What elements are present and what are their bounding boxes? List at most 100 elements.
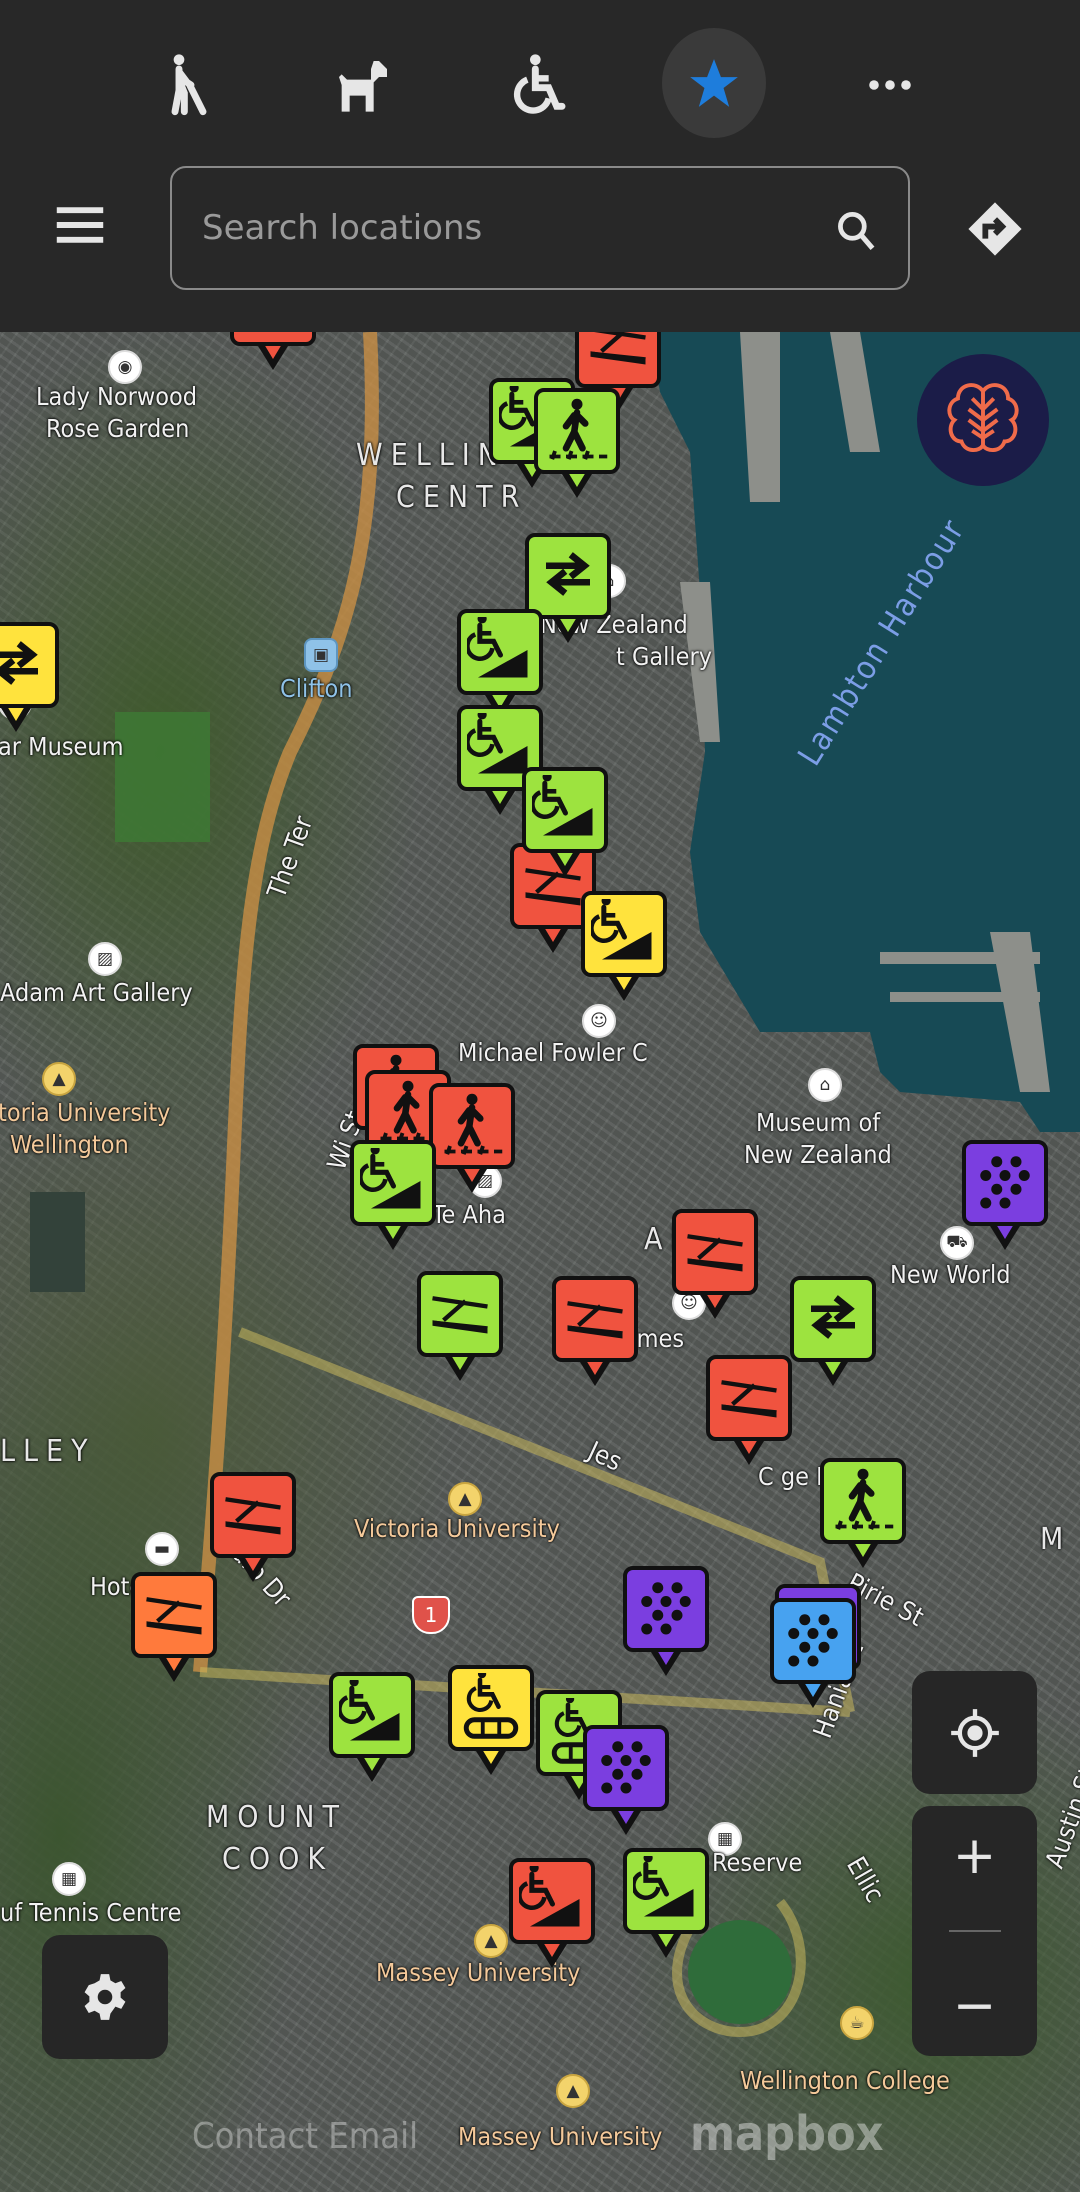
- directions-icon: [968, 202, 1022, 256]
- hotel-poi-icon[interactable]: ▬: [145, 1532, 179, 1566]
- search-icon[interactable]: [834, 208, 878, 252]
- map-label: Reserve: [712, 1848, 803, 1877]
- search-box[interactable]: [170, 166, 910, 290]
- marker-box: [623, 1848, 709, 1934]
- marker-box: [575, 332, 661, 388]
- service-dog-filter-button[interactable]: [318, 40, 408, 130]
- map-label: t Gallery: [616, 642, 713, 671]
- tactile-dots-icon: [593, 1733, 659, 1803]
- education-poi-icon[interactable]: ▲: [556, 2074, 590, 2108]
- zoom-out-button[interactable]: −: [953, 1980, 997, 2032]
- marker-red-ramp[interactable]: [230, 332, 316, 376]
- wheelchair-icon: [513, 54, 566, 114]
- marker-red-wheelchair-ramp[interactable]: [509, 1858, 595, 1974]
- marker-purple-tactile-dots[interactable]: [623, 1566, 709, 1682]
- map-label: Museum of: [756, 1108, 881, 1137]
- wheelchair-ramp-icon: [519, 1866, 585, 1936]
- marker-green-two-way-arrows[interactable]: [790, 1276, 876, 1392]
- marker-purple-tactile-dots[interactable]: [583, 1725, 669, 1841]
- favourites-filter-button[interactable]: [662, 28, 766, 138]
- ramp-icon: [240, 332, 306, 338]
- marker-box: [672, 1209, 758, 1295]
- pedestrian-crossing-icon: [439, 1091, 505, 1161]
- marker-blue-tactile-dots[interactable]: [770, 1598, 856, 1714]
- marker-box: [0, 622, 59, 708]
- pedestrian-crossing-icon: [544, 396, 610, 466]
- education-poi-icon[interactable]: ☕: [840, 2006, 874, 2040]
- marker-red-ramp[interactable]: [210, 1472, 296, 1588]
- map-label: Michael Fowler C: [458, 1038, 648, 1067]
- train-station-icon[interactable]: ▣: [304, 638, 338, 672]
- tactile-dots-icon: [633, 1574, 699, 1644]
- two-way-arrows-icon: [800, 1284, 866, 1354]
- marker-box: [131, 1572, 217, 1658]
- map-label: Rose Garden: [46, 414, 190, 443]
- menu-button[interactable]: [54, 206, 114, 252]
- marker-red-ramp[interactable]: [672, 1209, 758, 1325]
- map-label: New World: [890, 1260, 1011, 1289]
- theatre-poi-icon[interactable]: ☺: [582, 1004, 616, 1038]
- district-label: LLEY: [0, 1434, 96, 1469]
- marker-green-wheelchair-ramp[interactable]: [329, 1672, 415, 1788]
- marker-yellow-wheelchair-conveyor[interactable]: [448, 1665, 534, 1781]
- blind-cane-icon: [171, 54, 207, 116]
- search-input[interactable]: [202, 168, 802, 288]
- wheelchair-filter-button[interactable]: [493, 40, 583, 130]
- mapbox-logo[interactable]: mapbox: [690, 2106, 883, 2162]
- map-label: Lady Norwood: [36, 382, 198, 411]
- marker-box: [552, 1276, 638, 1362]
- cable-car-poi-icon[interactable]: ▦: [52, 1862, 86, 1896]
- more-icon: [869, 80, 911, 90]
- zoom-divider: [948, 1930, 1001, 1932]
- locate-me-button[interactable]: [912, 1671, 1037, 1794]
- gallery-poi-icon[interactable]: ▨: [88, 942, 122, 976]
- marker-red-ramp[interactable]: [552, 1276, 638, 1392]
- tactile-dots-icon: [780, 1606, 846, 1676]
- marker-box: [448, 1665, 534, 1751]
- marker-orange-ramp[interactable]: [131, 1572, 217, 1688]
- marker-box: [525, 533, 611, 619]
- marker-yellow-wheelchair-ramp[interactable]: [581, 891, 667, 1007]
- ramp-icon: [716, 1363, 782, 1433]
- settings-button[interactable]: [42, 1935, 168, 2059]
- marker-red-pedestrian-crossing[interactable]: [429, 1083, 515, 1199]
- two-way-arrows-icon: [535, 541, 601, 611]
- ramp-icon: [220, 1480, 286, 1550]
- map-label: Wellington: [10, 1130, 129, 1159]
- camera-poi-icon[interactable]: ◉: [108, 350, 142, 384]
- marker-box: [509, 1858, 595, 1944]
- museum-poi-icon[interactable]: ⌂: [808, 1068, 842, 1102]
- marker-green-wheelchair-ramp[interactable]: [522, 767, 608, 883]
- service-dog-icon: [339, 61, 387, 112]
- directions-button[interactable]: [966, 200, 1026, 260]
- map-label: Te Aha: [432, 1200, 506, 1229]
- marker-red-ramp[interactable]: [706, 1355, 792, 1471]
- map-label: New Zealand: [744, 1140, 892, 1169]
- marker-green-pedestrian-crossing[interactable]: [534, 388, 620, 504]
- education-poi-icon[interactable]: ▲: [448, 1482, 482, 1516]
- marker-green-ramp[interactable]: [417, 1271, 503, 1387]
- marker-yellow-two-way-arrows[interactable]: [0, 622, 59, 738]
- wheelchair-ramp-icon: [467, 617, 533, 687]
- marker-green-pedestrian-crossing[interactable]: [820, 1458, 906, 1574]
- brain-logo-button[interactable]: [917, 354, 1049, 486]
- highway-shield: 1: [412, 1596, 450, 1634]
- marker-box: [534, 388, 620, 474]
- marker-box: [522, 767, 608, 853]
- zoom-in-button[interactable]: +: [953, 1830, 997, 1882]
- contact-email-link[interactable]: Contact Email: [192, 2116, 418, 2157]
- district-label: COOK: [222, 1842, 334, 1877]
- marker-green-wheelchair-ramp[interactable]: [350, 1140, 436, 1256]
- education-poi-icon[interactable]: ▲: [474, 1924, 508, 1958]
- more-filters-button[interactable]: [845, 40, 935, 130]
- marker-box: [962, 1140, 1048, 1226]
- map-label: Clifton: [280, 674, 353, 703]
- marker-green-wheelchair-ramp[interactable]: [623, 1848, 709, 1964]
- pedestrian-crossing-icon: [830, 1466, 896, 1536]
- marker-purple-tactile-dots[interactable]: [962, 1140, 1048, 1256]
- locate-icon: [950, 1708, 999, 1757]
- education-poi-icon[interactable]: ▲: [42, 1062, 76, 1096]
- low-vision-filter-button[interactable]: [142, 40, 232, 130]
- marker-box: [429, 1083, 515, 1169]
- marker-box: [706, 1355, 792, 1441]
